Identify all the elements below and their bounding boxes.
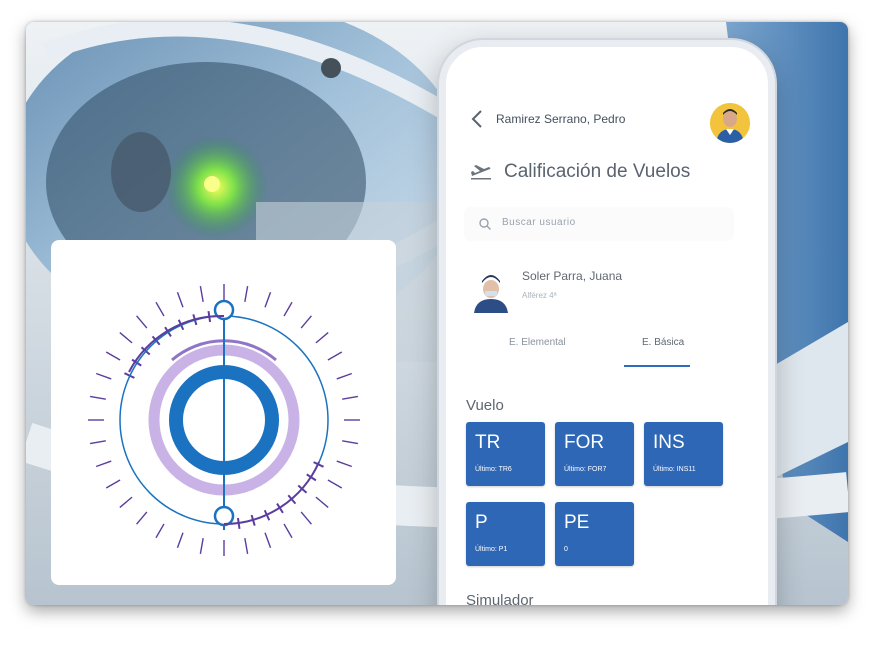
flight-tile-for[interactable]: FOR Último: FOR7 — [555, 422, 634, 486]
logo-tick — [119, 496, 133, 508]
logo-bottom-node — [213, 505, 235, 527]
student-name: Soler Parra, Juana — [522, 269, 623, 283]
app-screen: Ramirez Serrano, Pedro Calificación de V… — [446, 47, 768, 605]
logo-tick — [119, 332, 133, 344]
tile-last: 0 — [564, 546, 568, 553]
screenshot-frame: Ramirez Serrano, Pedro Calificación de V… — [26, 22, 848, 605]
back-chevron-icon[interactable] — [470, 109, 484, 129]
tile-last: Último: FOR7 — [564, 466, 607, 473]
flight-tile-p[interactable]: P Último: P1 — [466, 502, 545, 566]
logo-tick — [176, 532, 184, 549]
user-avatar-image — [710, 103, 750, 143]
flight-tile-pe[interactable]: PE 0 — [555, 502, 634, 566]
student-rank: Alférez 4ª — [522, 291, 557, 300]
logo-tick — [89, 395, 106, 400]
airplane-takeoff-icon — [471, 165, 491, 180]
logo-tick — [264, 291, 272, 308]
logo-tick — [95, 372, 112, 380]
top-bar: Ramirez Serrano, Pedro — [470, 103, 750, 143]
logo-tick — [244, 538, 249, 555]
student-avatar-icon — [474, 275, 508, 313]
logo-card — [51, 240, 396, 585]
phone-mockup: Ramirez Serrano, Pedro Calificación de V… — [439, 40, 775, 605]
logo-tick — [199, 285, 204, 302]
tile-code: TR — [475, 432, 501, 453]
logo-tick — [342, 440, 359, 445]
tab-elemental[interactable]: E. Elemental — [509, 337, 566, 348]
logo-tick — [283, 523, 293, 539]
logo-tick — [327, 351, 343, 361]
student-card[interactable]: Soler Parra, Juana Alférez 4ª — [464, 257, 744, 317]
search-icon — [479, 218, 491, 230]
search-field[interactable]: Buscar usuario — [464, 207, 734, 241]
user-name: Ramirez Serrano, Pedro — [496, 112, 626, 126]
page-title: Calificación de Vuelos — [504, 161, 691, 182]
course-tabs: E. Elemental E. Básica — [464, 337, 754, 377]
active-tab-indicator — [624, 365, 690, 367]
logo-tick — [95, 460, 112, 468]
logo-tick — [136, 315, 148, 329]
logo-tick — [105, 479, 121, 489]
flight-tile-ins[interactable]: INS Último: INS11 — [644, 422, 723, 486]
logo-tick — [244, 285, 249, 302]
tile-code: INS — [653, 432, 685, 453]
logo-tick — [155, 523, 165, 539]
section-title-vuelo: Vuelo — [466, 397, 504, 414]
user-avatar[interactable] — [710, 103, 750, 143]
logo-tick — [342, 395, 359, 400]
logo-tick — [336, 372, 353, 380]
logo-tick — [300, 315, 312, 329]
logo-tick — [300, 511, 312, 525]
logo-tick — [199, 538, 204, 555]
logo-tick — [155, 301, 165, 317]
tile-last: Último: INS11 — [653, 466, 696, 473]
section-title-simulador: Simulador — [466, 592, 534, 605]
tile-code: PE — [564, 512, 590, 533]
tab-basica[interactable]: E. Básica — [642, 337, 684, 348]
tile-last: Último: TR6 — [475, 466, 512, 473]
tile-code: P — [475, 512, 488, 533]
search-placeholder: Buscar usuario — [502, 217, 576, 228]
logo-emblem — [88, 284, 360, 556]
title-row: Calificación de Vuelos — [470, 159, 760, 189]
logo-tick — [283, 301, 293, 317]
logo-tick — [315, 496, 329, 508]
tile-last: Último: P1 — [475, 546, 508, 553]
logo-tick — [327, 479, 343, 489]
tile-code: FOR — [564, 432, 605, 453]
logo-tick — [136, 511, 148, 525]
flight-tile-tr[interactable]: TR Último: TR6 — [466, 422, 545, 486]
logo-tick — [176, 291, 184, 308]
logo-tick — [89, 440, 106, 445]
logo-tick — [315, 332, 329, 344]
logo-tick — [105, 351, 121, 361]
logo-tick — [264, 532, 272, 549]
logo-tick — [336, 460, 353, 468]
